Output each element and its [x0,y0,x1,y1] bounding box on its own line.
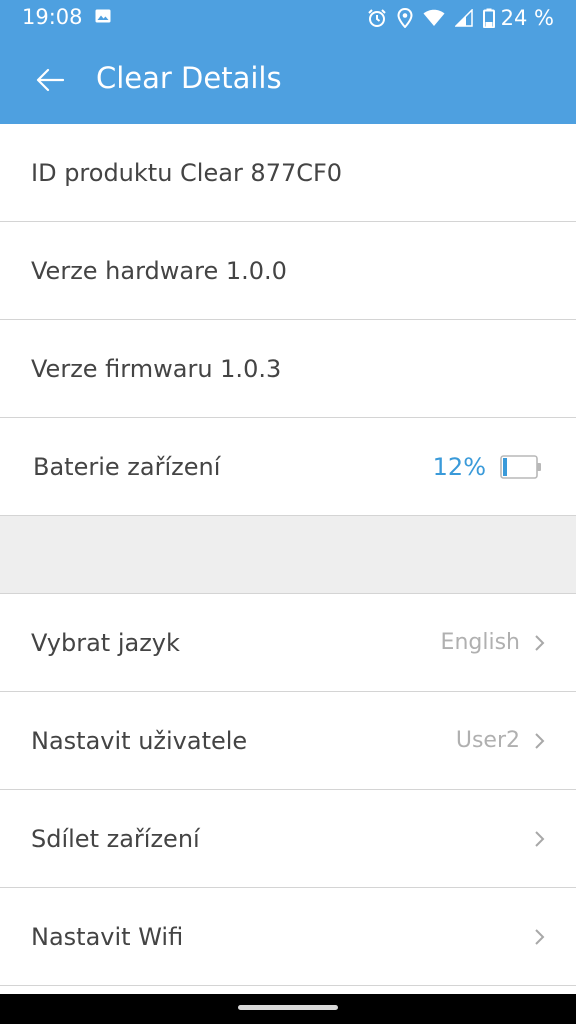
device-battery-fill [503,457,507,476]
device-battery-icon [500,454,541,479]
page-title: Clear Details [96,61,282,95]
status-bar: 19:08 24 % [0,0,576,36]
set-user-value-group: User2 [456,728,546,753]
select-language-value: English [440,630,520,655]
chevron-right-icon [535,732,545,749]
select-language-row[interactable]: Vybrat jazyk English [0,594,576,692]
device-battery-row: Baterie zařízení 12% [0,418,576,516]
navigation-bar [0,994,576,1024]
device-battery-label: Baterie zařízení [33,452,221,481]
wifi-icon [423,9,445,26]
hardware-version-label: Verze hardware 1.0.0 [31,256,287,285]
signal-icon [454,9,473,27]
set-wifi-label: Nastavit Wifi [31,922,184,951]
location-icon [397,8,413,28]
home-gesture-handle[interactable] [238,1005,338,1010]
set-user-row[interactable]: Nastavit uživatele User2 [0,692,576,790]
chevron-right-icon [535,634,545,651]
status-icons: 24 % [367,5,554,31]
firmware-version-row: Verze firmwaru 1.0.3 [0,320,576,418]
alarm-icon [367,9,386,27]
device-battery-status: 12% [433,453,542,481]
product-id-row: ID produktu Clear 877CF0 [0,124,576,222]
app-bar: Clear Details [0,36,576,124]
firmware-version-label: Verze firmwaru 1.0.3 [31,354,282,383]
set-user-label: Nastavit uživatele [31,726,248,755]
screen: 19:08 24 % Clear Details ID produktu Cle… [0,0,576,1024]
set-wifi-chevron-group [534,928,546,946]
share-device-chevron-group [534,830,546,848]
details-list: ID produktu Clear 877CF0 Verze hardware … [0,124,576,986]
status-battery-text: 24 % [500,6,554,30]
device-battery-value: 12% [432,452,486,481]
chevron-right-icon [535,928,545,945]
image-icon [95,9,111,23]
set-wifi-row[interactable]: Nastavit Wifi [0,888,576,986]
product-id-label: ID produktu Clear 877CF0 [31,158,343,187]
share-device-label: Sdílet zařízení [31,824,200,853]
section-divider [0,516,576,594]
chevron-right-icon [535,830,545,847]
battery-icon [482,8,495,28]
set-user-value: User2 [455,728,520,753]
hardware-version-row: Verze hardware 1.0.0 [0,222,576,320]
share-device-row[interactable]: Sdílet zařízení [0,790,576,888]
select-language-value-group: English [441,630,546,655]
arrow-left-icon [36,68,64,92]
back-button[interactable] [24,58,76,102]
select-language-label: Vybrat jazyk [31,628,180,657]
status-time: 19:08 [22,5,83,29]
